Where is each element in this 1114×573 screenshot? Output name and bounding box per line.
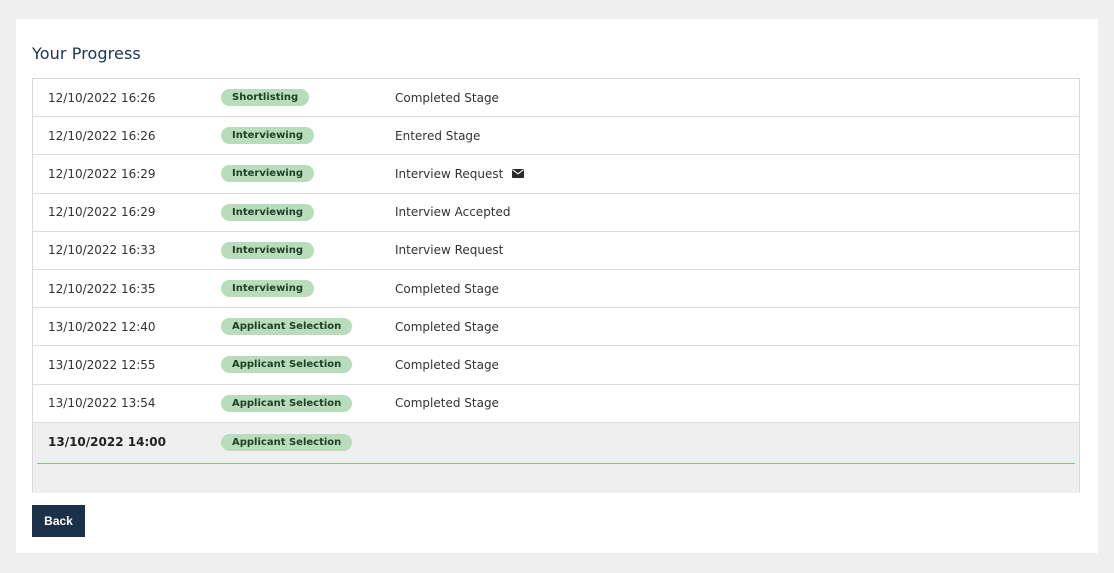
current-date: 13/10/2022 14:00 bbox=[48, 434, 166, 449]
event-label: Interview Request bbox=[395, 166, 504, 181]
table-row: 13/10/2022 12:40 Applicant Selection Com… bbox=[33, 308, 1079, 347]
event-label: Completed Stage bbox=[395, 90, 499, 105]
event-label: Completed Stage bbox=[395, 281, 499, 296]
event-label: Completed Stage bbox=[395, 319, 499, 334]
row-date: 13/10/2022 12:40 bbox=[48, 319, 156, 334]
row-event: Interview Accepted bbox=[395, 205, 511, 219]
row-event: Completed Stage bbox=[395, 396, 499, 410]
event-label: Completed Stage bbox=[395, 396, 499, 411]
row-event: Completed Stage bbox=[395, 320, 499, 334]
envelope-icon[interactable] bbox=[512, 167, 525, 181]
stage-badge: Interviewing bbox=[221, 241, 315, 259]
row-date: 12/10/2022 16:26 bbox=[48, 128, 156, 143]
row-date: 13/10/2022 12:55 bbox=[48, 357, 156, 372]
event-label: Interview Request bbox=[395, 243, 504, 258]
stage-badge: Interviewing bbox=[221, 280, 315, 298]
row-event: Interview Request bbox=[395, 166, 525, 181]
row-event: Entered Stage bbox=[395, 129, 480, 143]
stage-badge: Shortlisting bbox=[221, 89, 310, 107]
row-date: 12/10/2022 16:33 bbox=[48, 243, 156, 258]
table-row: 12/10/2022 16:26 Interviewing Entered St… bbox=[33, 117, 1079, 156]
event-label: Completed Stage bbox=[395, 357, 499, 372]
table-row: 12/10/2022 16:26 Shortlisting Completed … bbox=[33, 79, 1079, 118]
row-event: Completed Stage bbox=[395, 282, 499, 296]
table-row: 12/10/2022 16:29 Interviewing Interview … bbox=[33, 155, 1079, 194]
table-row: 12/10/2022 16:33 Interviewing Interview … bbox=[33, 232, 1079, 270]
row-date: 12/10/2022 16:29 bbox=[48, 205, 156, 220]
row-date: 12/10/2022 16:26 bbox=[48, 90, 156, 105]
table-row: 12/10/2022 16:29 Interviewing Interview … bbox=[33, 194, 1079, 232]
current-stage-row: 13/10/2022 14:00 Applicant Selection bbox=[33, 422, 1079, 493]
stage-badge: Applicant Selection bbox=[221, 394, 353, 412]
stage-badge: Interviewing bbox=[221, 165, 315, 183]
page-title: Your Progress bbox=[32, 44, 141, 63]
event-label: Interview Accepted bbox=[395, 205, 511, 220]
event-label: Entered Stage bbox=[395, 128, 481, 143]
stage-badge: Interviewing bbox=[221, 127, 315, 145]
progress-card: Your Progress 12/10/2022 16:26 Shortlist… bbox=[16, 19, 1098, 553]
current-stage-badge: Applicant Selection bbox=[221, 433, 353, 451]
back-button[interactable]: Back bbox=[32, 505, 85, 537]
row-date: 12/10/2022 16:35 bbox=[48, 281, 156, 296]
stage-badge: Applicant Selection bbox=[221, 356, 353, 374]
row-date: 12/10/2022 16:29 bbox=[48, 166, 156, 181]
row-event: Completed Stage bbox=[395, 91, 499, 105]
table-row: 13/10/2022 13:54 Applicant Selection Com… bbox=[33, 385, 1079, 423]
current-stage-divider bbox=[37, 462, 1075, 464]
table-row: 12/10/2022 16:35 Interviewing Completed … bbox=[33, 270, 1079, 309]
row-event: Interview Request bbox=[395, 243, 503, 257]
progress-table: 12/10/2022 16:26 Shortlisting Completed … bbox=[32, 78, 1080, 493]
stage-badge: Applicant Selection bbox=[221, 318, 353, 336]
row-date: 13/10/2022 13:54 bbox=[48, 396, 156, 411]
row-event: Completed Stage bbox=[395, 358, 499, 372]
stage-badge: Interviewing bbox=[221, 203, 315, 221]
table-row: 13/10/2022 12:55 Applicant Selection Com… bbox=[33, 346, 1079, 385]
